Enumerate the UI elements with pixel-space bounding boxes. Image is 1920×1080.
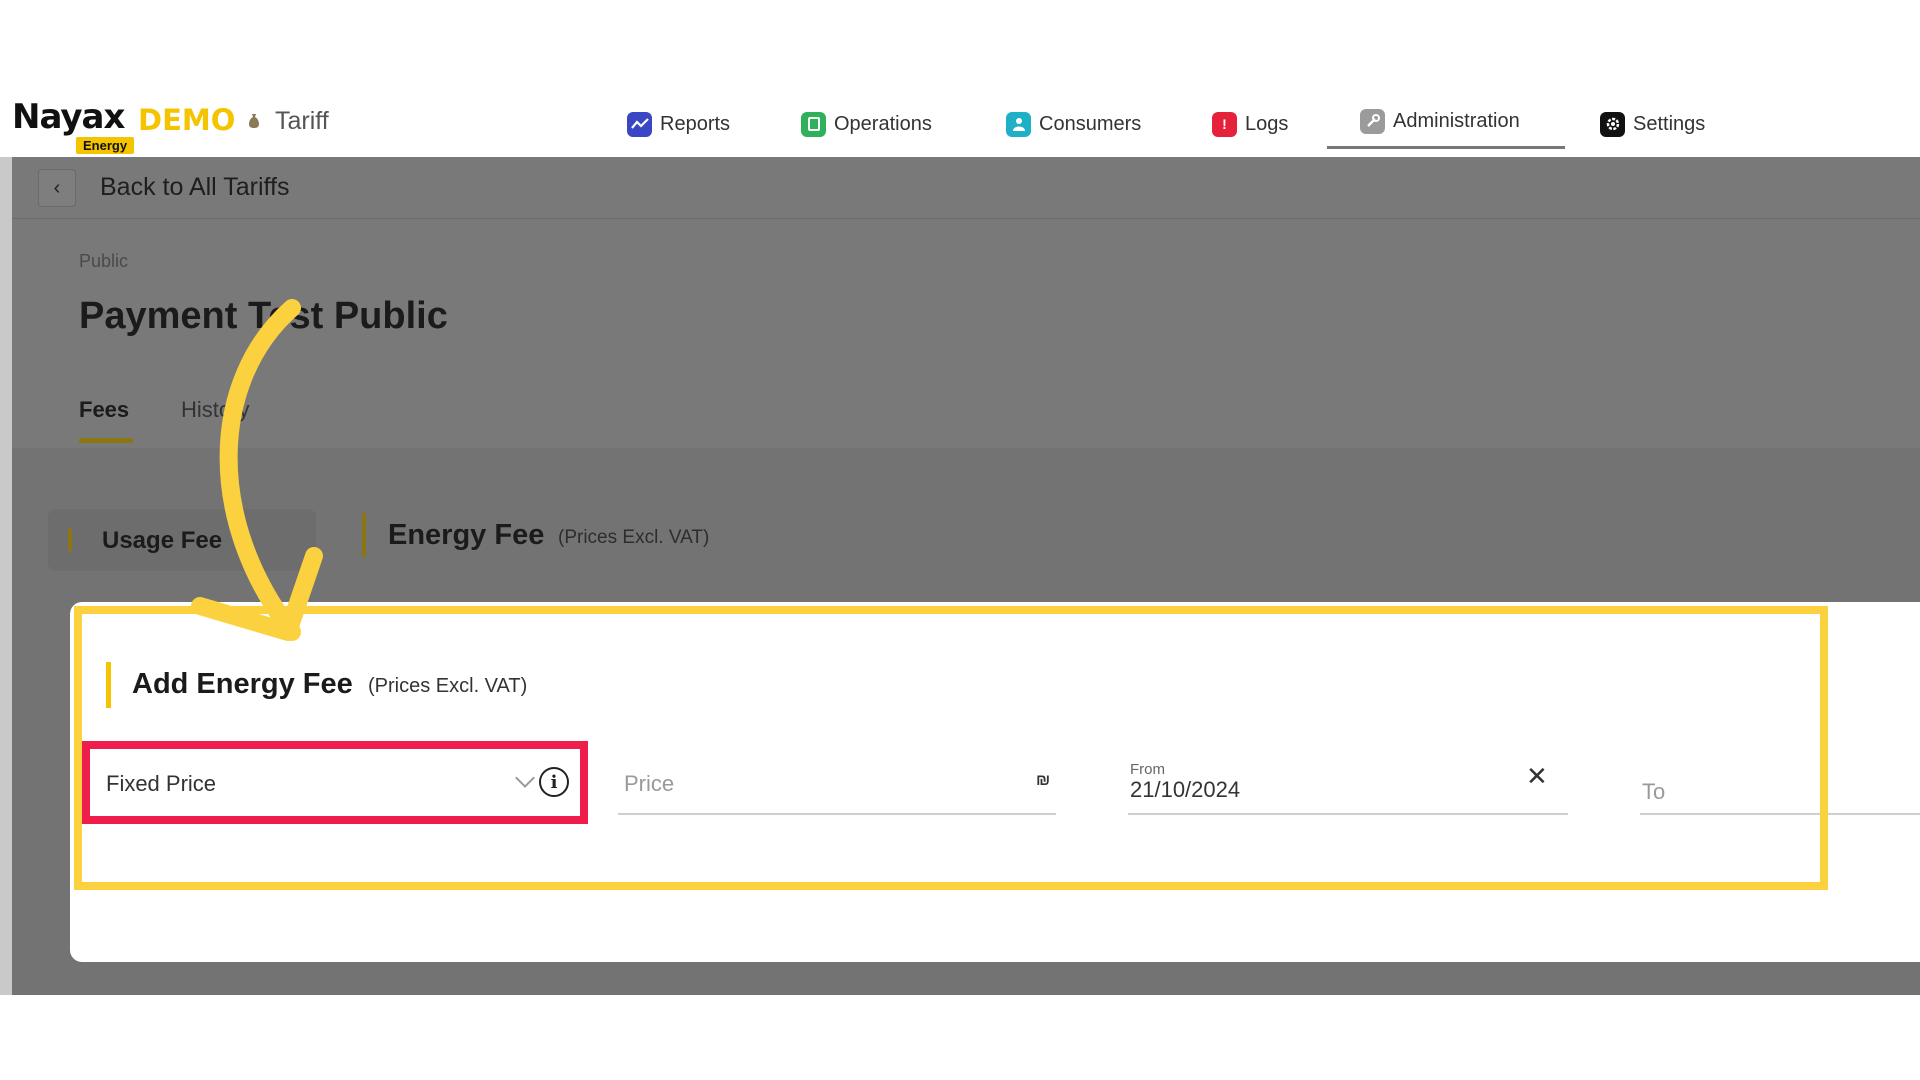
nav-label-operations: Operations	[834, 112, 932, 135]
top-nav-bar: Nayax DEMO Energy Tariff Reports Operati…	[0, 85, 1920, 157]
back-button[interactable]: ‹	[38, 169, 76, 207]
nav-item-administration[interactable]: Administration	[1360, 104, 1520, 138]
logo-word: Nayax	[12, 97, 125, 137]
settings-icon	[1600, 111, 1625, 137]
nav-item-consumers[interactable]: Consumers	[1006, 107, 1141, 141]
tab-active-indicator	[79, 438, 133, 443]
nav-active-indicator	[1327, 146, 1565, 149]
tab-history[interactable]: History	[181, 397, 249, 423]
sidebar-edge	[0, 157, 12, 995]
logo-demo-label: DEMO	[138, 103, 236, 137]
highlight-frame-red	[82, 741, 588, 824]
tariff-icon	[249, 114, 259, 128]
page-title: Payment Test Public	[79, 295, 448, 337]
nav-item-operations[interactable]: Operations	[801, 107, 932, 141]
fee-type-usage[interactable]: Usage Fee	[48, 509, 316, 571]
reports-icon	[627, 111, 652, 137]
energy-fee-note: (Prices Excl. VAT)	[558, 527, 710, 548]
nav-label-administration: Administration	[1393, 109, 1520, 132]
administration-icon	[1360, 108, 1385, 134]
energy-fee-title: Energy Fee	[388, 519, 545, 551]
nav-label-settings: Settings	[1633, 112, 1706, 135]
usage-accent-bar	[68, 529, 72, 551]
nayax-logo[interactable]: Nayax DEMO Energy	[12, 93, 242, 154]
nav-label-consumers: Consumers	[1039, 112, 1142, 135]
back-link[interactable]: Back to All Tariffs	[100, 173, 289, 202]
tab-fees[interactable]: Fees	[79, 397, 129, 423]
logs-icon: !	[1212, 111, 1237, 137]
section-label: Tariff	[275, 107, 329, 135]
nav-item-settings[interactable]: Settings	[1600, 107, 1705, 141]
operations-icon	[801, 111, 826, 137]
tariff-visibility: Public	[79, 251, 129, 271]
back-row: ‹ Back to All Tariffs	[12, 157, 1920, 219]
nav-label-reports: Reports	[660, 112, 731, 135]
nav-item-reports[interactable]: Reports	[627, 107, 730, 141]
chevron-left-icon: ‹	[53, 176, 61, 199]
nav-item-logs[interactable]: ! Logs	[1212, 107, 1288, 141]
fee-type-usage-label: Usage Fee	[102, 527, 223, 554]
consumers-icon	[1006, 111, 1031, 137]
logo-energy-badge: Energy	[76, 137, 135, 154]
energy-accent-bar	[362, 513, 366, 557]
screen: Nayax DEMO Energy Tariff Reports Operati…	[0, 0, 1920, 1080]
nav-label-logs: Logs	[1245, 112, 1289, 135]
